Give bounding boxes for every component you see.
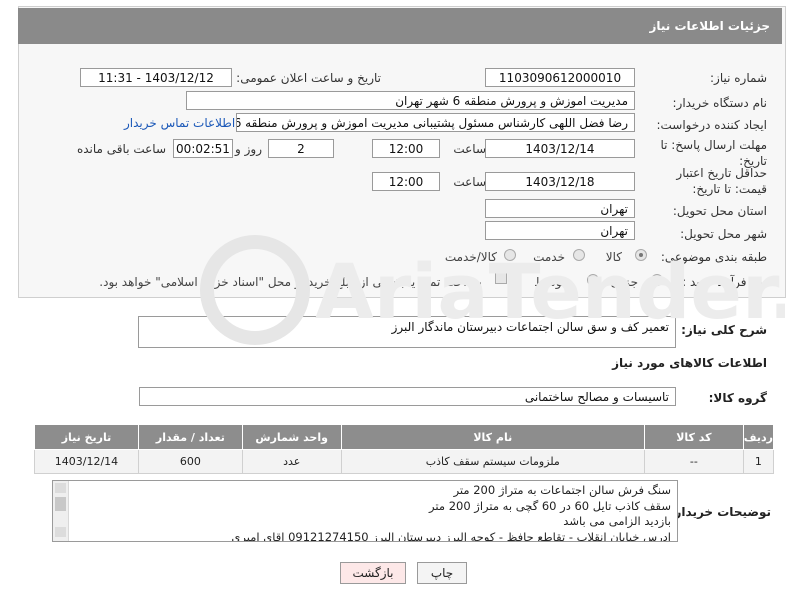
- buyer-notes-line: بازدید الزامی می باشد: [563, 514, 671, 528]
- city-field[interactable]: تهران: [485, 221, 635, 240]
- col-header-quantity: تعداد / مقدار: [137, 424, 243, 450]
- items-section-title: اطلاعات کالاهای مورد نیاز: [612, 356, 767, 370]
- creator-label: ایجاد کننده درخواست:: [656, 118, 767, 132]
- announce-label: تاریخ و ساعت اعلان عمومی:: [236, 71, 381, 85]
- process-radio-medium[interactable]: [587, 274, 599, 286]
- col-header-item-code: کد کالا: [643, 424, 744, 450]
- city-label: شهر محل تحویل:: [680, 227, 767, 241]
- province-label: استان محل تحویل:: [672, 204, 767, 218]
- buyer-notes-line: سقف کاذب تایل 60 در 60 گچی به متراژ 200 …: [429, 498, 671, 513]
- need-number-field[interactable]: 1103090612000010: [485, 68, 635, 87]
- category-option-service: خدمت: [533, 250, 565, 264]
- cell-item-code: --: [643, 449, 744, 474]
- cell-unit: عدد: [241, 449, 342, 474]
- buyer-org-label: نام دستگاه خریدار:: [672, 96, 768, 110]
- description-text: تعمیر کف و سق سالن اجتماعات دبیرستان مان…: [391, 320, 669, 334]
- category-label: طبقه بندی موضوعی:: [660, 250, 767, 264]
- table-row[interactable]: 1 -- ملزومات سیستم سقف کاذب عدد 600 1403…: [34, 449, 775, 474]
- print-button[interactable]: چاپ: [417, 562, 467, 584]
- col-header-item-name: نام کالا: [340, 424, 645, 450]
- col-header-row-number: ردیف: [742, 424, 775, 450]
- items-table: ردیف کد کالا نام کالا واحد شمارش تعداد /…: [34, 424, 775, 474]
- buyer-notes-line: سنگ فرش سالن اجتماعات به متراژ 200 متر: [453, 483, 671, 497]
- contact-buyer-link[interactable]: اطلاعات تماس خریدار: [124, 116, 235, 130]
- buyer-notes-line: ادرس خیابان انقلاب - تقاطع حافظ - کوچه ا…: [231, 529, 671, 542]
- buyer-org-field[interactable]: مدیریت اموزش و پرورش منطقه 6 شهر تهران: [186, 91, 635, 110]
- announce-field[interactable]: 1403/12/12 - 11:31: [80, 68, 232, 87]
- validity-time-field[interactable]: 12:00: [372, 172, 440, 191]
- days-remaining-field[interactable]: 2: [268, 139, 334, 158]
- deadline-time-field[interactable]: 12:00: [372, 139, 440, 158]
- category-radio-both[interactable]: [504, 249, 516, 261]
- col-header-unit: واحد شمارش: [241, 424, 342, 450]
- remaining-label: ساعت باقی مانده: [76, 142, 166, 156]
- scroll-down-arrow-icon[interactable]: [55, 527, 66, 537]
- days-label: روز و: [235, 142, 262, 156]
- treasury-payment-checkbox[interactable]: [495, 272, 507, 284]
- need-number-label: شماره نیاز:: [710, 71, 767, 85]
- description-label: شرح کلی نیاز:: [681, 323, 767, 337]
- table-header-row: ردیف کد کالا نام کالا واحد شمارش تعداد /…: [34, 424, 775, 450]
- validity-label: حداقل تاریخ اعتبار قیمت: تا تاریخ:: [676, 166, 767, 196]
- creator-field[interactable]: رضا فضل اللهی کارشناس مسئول پشتیبانی مدی…: [236, 113, 635, 132]
- category-option-goods: کالا: [605, 250, 622, 264]
- notes-scrollbar[interactable]: [53, 481, 69, 541]
- validity-time-label: ساعت: [453, 175, 486, 189]
- scroll-thumb[interactable]: [55, 497, 66, 511]
- category-radio-goods[interactable]: [635, 249, 647, 261]
- buyer-notes-label: توضیحات خریدار:: [669, 505, 771, 519]
- group-field[interactable]: تاسیسات و مصالح ساختمانی: [139, 387, 676, 406]
- process-option-medium: متوسط: [534, 275, 572, 289]
- process-option-minor: جزیی: [610, 275, 638, 289]
- process-label: نوع فرآیند خرید :: [682, 275, 767, 289]
- cell-need-date: 1403/12/14: [34, 449, 139, 474]
- panel-header: جزئیات اطلاعات نیاز: [18, 8, 782, 44]
- deadline-time-label: ساعت: [453, 142, 486, 156]
- treasury-payment-note: پرداخت تمام یا بخشی از مبلغ خرید،از محل …: [99, 275, 482, 289]
- remaining-time-field[interactable]: 00:02:51: [173, 139, 233, 158]
- col-header-need-date: تاریخ نیاز: [34, 424, 139, 450]
- province-field[interactable]: تهران: [485, 199, 635, 218]
- group-label: گروه کالا:: [708, 391, 767, 405]
- back-button[interactable]: بازگشت: [340, 562, 406, 584]
- validity-date-field[interactable]: 1403/12/18: [485, 172, 635, 191]
- description-field[interactable]: تعمیر کف و سق سالن اجتماعات دبیرستان مان…: [138, 316, 676, 348]
- cell-row-number: 1: [742, 449, 775, 474]
- buyer-notes-field[interactable]: سنگ فرش سالن اجتماعات به متراژ 200 متر س…: [52, 480, 678, 542]
- deadline-date-field[interactable]: 1403/12/14: [485, 139, 635, 158]
- cell-item-name: ملزومات سیستم سقف کاذب: [340, 449, 645, 474]
- category-radio-service[interactable]: [573, 249, 585, 261]
- cell-quantity: 600: [137, 449, 243, 474]
- scroll-up-arrow-icon[interactable]: [55, 483, 66, 493]
- process-radio-minor[interactable]: [651, 274, 663, 286]
- category-option-both: کالا/خدمت: [444, 250, 497, 264]
